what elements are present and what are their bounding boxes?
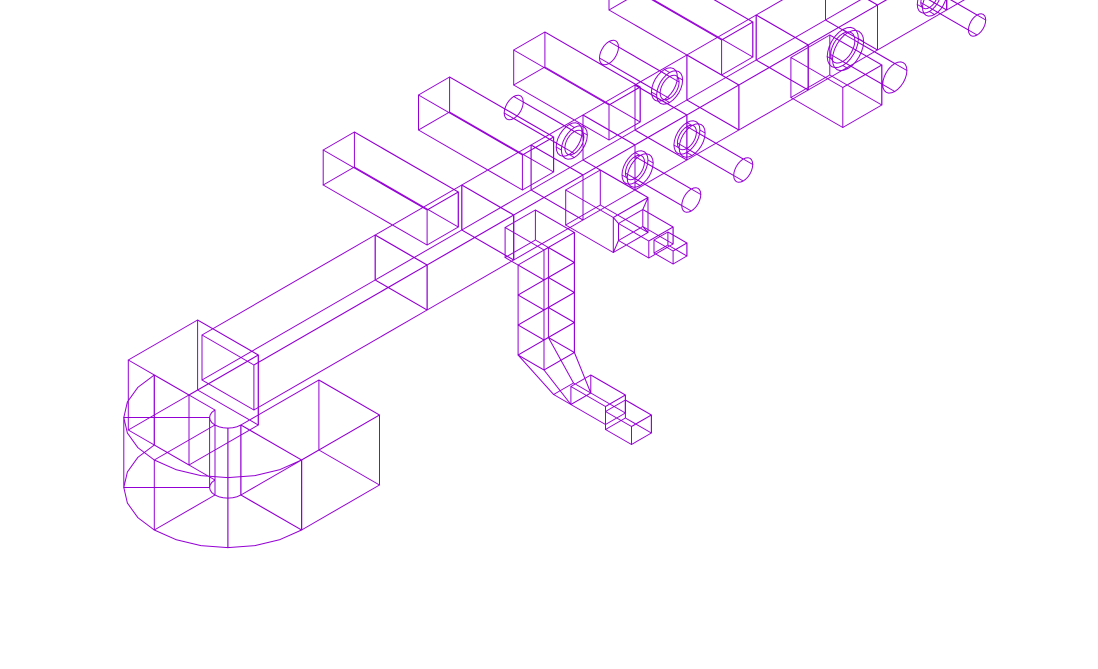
cad-viewport (0, 0, 1098, 669)
isometric-wireframe (0, 0, 1098, 669)
